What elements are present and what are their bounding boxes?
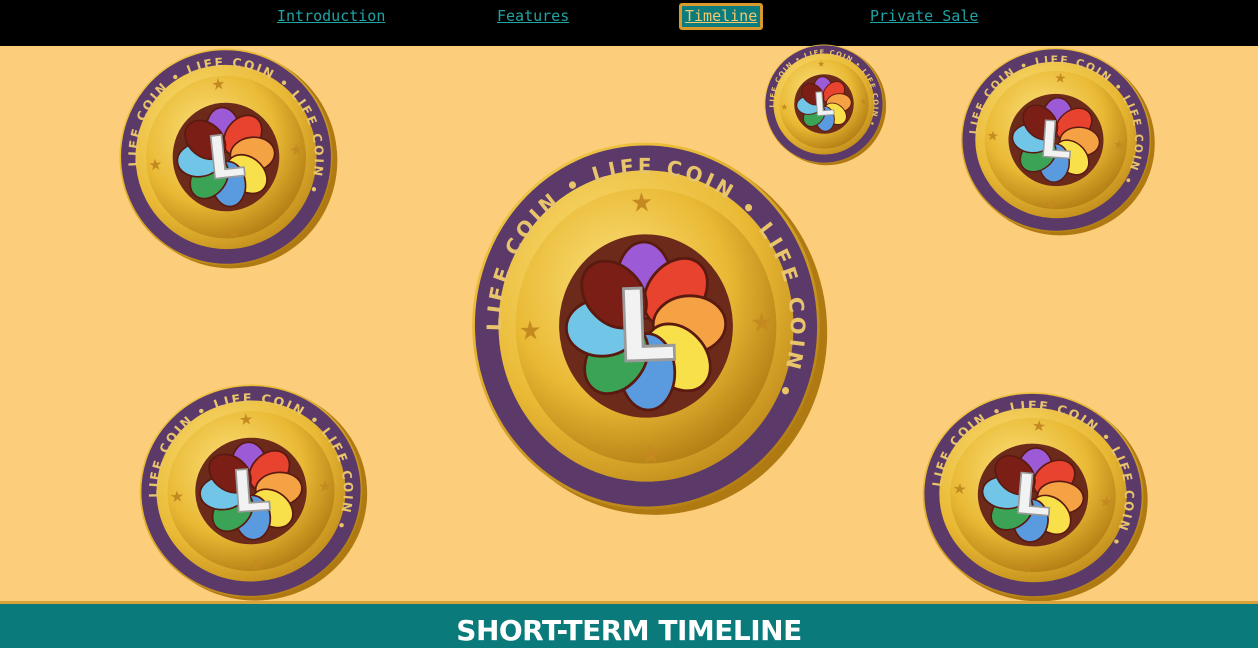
svg-text:★: ★ [780,103,789,114]
coin-bottom-left: LIFE COIN • LIFE COIN • LIFE COIN • ★★★★… [139,383,368,601]
section-header-band: SHORT-TERM TIMELINE [0,601,1258,648]
svg-text:★: ★ [518,316,542,348]
svg-text:L: L [614,267,678,385]
svg-text:★: ★ [210,74,226,95]
svg-text:★: ★ [1054,70,1067,87]
svg-text:L: L [204,121,248,193]
svg-text:★: ★ [750,308,774,340]
svg-text:★: ★ [169,487,185,507]
svg-text:★: ★ [1019,558,1035,577]
svg-text:★: ★ [639,439,663,471]
svg-text:★: ★ [952,480,968,499]
nav-link-timeline[interactable]: Timeline [679,3,764,30]
svg-text:★: ★ [817,60,826,71]
svg-text:★: ★ [248,556,264,576]
svg-text:L: L [812,84,835,123]
svg-text:★: ★ [226,222,242,243]
svg-text:L: L [1038,110,1075,170]
coin-center-large: LIFE COIN • LIFE COIN • LIFE COIN • ★★★ ★… [472,142,828,515]
coin-top-right: LIFE COIN • LIFE COIN • LIFE COIN • ★★★★… [960,47,1155,236]
section-title: SHORT-TERM TIMELINE [456,614,802,647]
svg-text:★: ★ [859,97,868,108]
svg-text:L: L [1011,461,1055,530]
svg-text:★: ★ [1045,197,1058,214]
svg-text:★: ★ [147,154,163,175]
nav-link-private-sale[interactable]: Private Sale [870,8,978,25]
svg-text:★: ★ [630,187,654,219]
svg-text:L: L [229,456,272,526]
coin-top-left: LIFE COIN • LIFE COIN • LIFE COIN • ★★★★… [116,45,338,269]
top-nav-bar: Introduction Features Timeline Private S… [0,0,1258,46]
coin-bottom-right: LIFE COIN • LIFE COIN • LIFE COIN • ★★★★… [922,390,1148,602]
svg-text:★: ★ [986,128,999,145]
svg-text:★: ★ [289,139,305,160]
svg-text:★: ★ [238,409,254,429]
svg-text:★: ★ [1112,137,1125,154]
nav-link-introduction[interactable]: Introduction [277,8,385,25]
svg-text:★: ★ [823,141,832,152]
svg-text:★: ★ [317,476,333,496]
nav-link-features[interactable]: Features [497,8,569,25]
svg-text:★: ★ [1031,417,1047,436]
svg-text:★: ★ [1098,493,1114,512]
